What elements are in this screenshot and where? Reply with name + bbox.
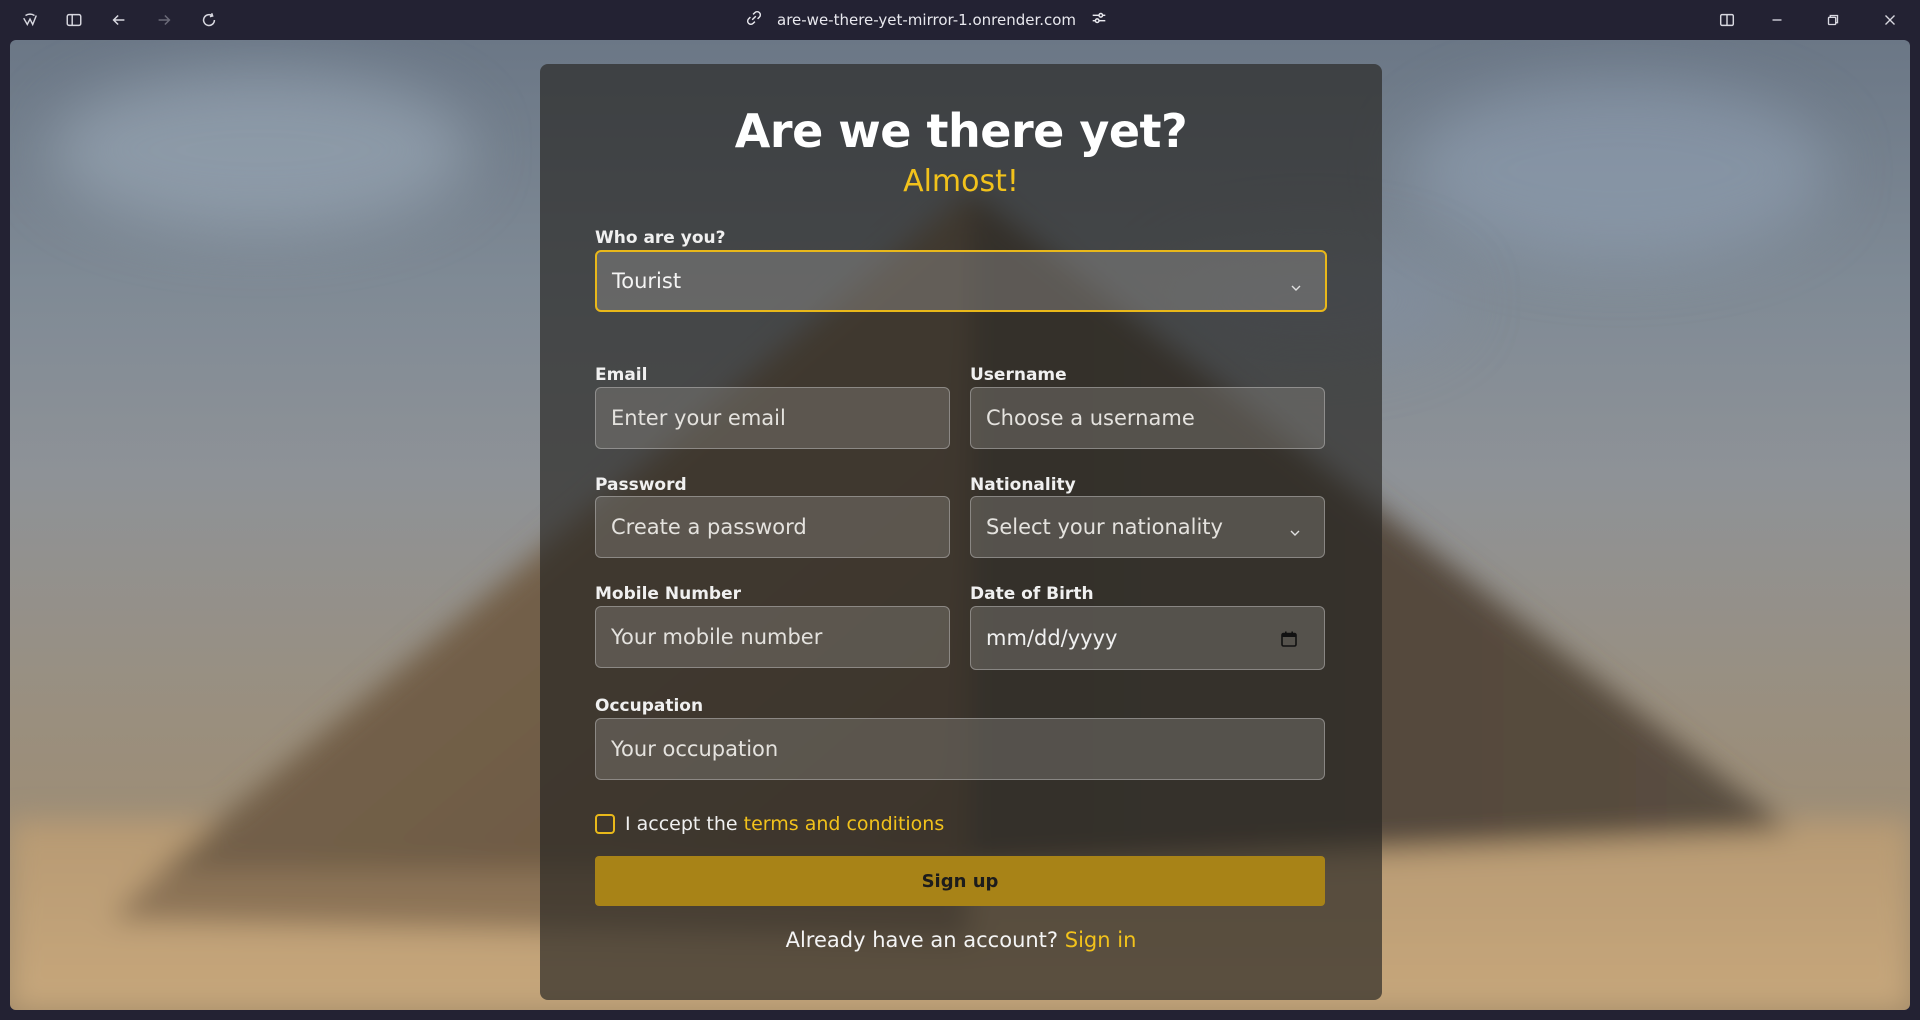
calendar-icon[interactable]	[1280, 629, 1298, 647]
occupation-label: Occupation	[595, 696, 704, 716]
restore-icon[interactable]	[1820, 8, 1846, 32]
page-title: Are we there yet?	[734, 104, 1188, 158]
url-text: are-we-there-yet-mirror-1.onrender.com	[777, 11, 1077, 29]
nationality-select[interactable]: Select your nationality	[970, 496, 1325, 558]
occupation-placeholder: Your occupation	[611, 737, 779, 761]
mobile-placeholder: Your mobile number	[611, 625, 823, 649]
role-label: Who are you?	[595, 228, 726, 248]
app-logo-icon[interactable]	[17, 8, 43, 32]
signin-prompt: Already have an account? Sign in	[540, 928, 1382, 952]
occupation-field[interactable]: Your occupation	[595, 718, 1325, 780]
mobile-label: Mobile Number	[595, 584, 741, 604]
page-subtitle: Almost!	[903, 164, 1019, 199]
browser-toolbar: are-we-there-yet-mirror-1.onrender.com	[0, 0, 1920, 40]
chevron-down-icon	[1288, 521, 1302, 536]
signin-link[interactable]: Sign in	[1065, 928, 1137, 952]
link-icon	[745, 9, 763, 31]
email-placeholder: Enter your email	[611, 406, 786, 430]
close-icon[interactable]	[1877, 8, 1903, 32]
terms-checkbox[interactable]	[595, 814, 615, 834]
username-placeholder: Choose a username	[986, 406, 1195, 430]
terms-prefix: I accept the	[625, 813, 744, 835]
username-field[interactable]: Choose a username	[970, 387, 1325, 449]
nationality-placeholder: Select your nationality	[986, 515, 1223, 539]
reload-icon[interactable]	[196, 8, 222, 32]
role-select[interactable]: Tourist	[595, 250, 1327, 312]
password-field[interactable]: Create a password	[595, 496, 950, 558]
address-bar[interactable]: are-we-there-yet-mirror-1.onrender.com	[745, 8, 1108, 32]
dob-placeholder: mm/dd/yyyy	[986, 626, 1118, 650]
password-label: Password	[595, 475, 687, 495]
username-label: Username	[970, 365, 1067, 385]
split-view-icon[interactable]	[1714, 8, 1740, 32]
signup-button[interactable]: Sign up	[595, 856, 1325, 906]
sidebar-toggle-icon[interactable]	[61, 8, 87, 32]
nationality-label: Nationality	[970, 475, 1076, 495]
dob-field[interactable]: mm/dd/yyyy	[970, 606, 1325, 670]
minimize-icon[interactable]	[1764, 8, 1790, 32]
back-icon[interactable]	[106, 8, 132, 32]
page-viewport: Are we there yet? Almost! Who are you? T…	[10, 40, 1910, 1010]
role-select-value: Tourist	[612, 269, 682, 293]
already-text: Already have an account?	[785, 928, 1065, 952]
terms-text: I accept the terms and conditions	[625, 813, 944, 835]
password-placeholder: Create a password	[611, 515, 807, 539]
dob-label: Date of Birth	[970, 584, 1094, 604]
email-field[interactable]: Enter your email	[595, 387, 950, 449]
site-settings-icon[interactable]	[1090, 9, 1108, 31]
forward-icon[interactable]	[151, 8, 177, 32]
chevron-down-icon	[1289, 276, 1303, 291]
terms-link[interactable]: terms and conditions	[744, 813, 945, 835]
signup-card: Are we there yet? Almost! Who are you? T…	[540, 64, 1382, 1000]
email-label: Email	[595, 365, 648, 385]
mobile-field[interactable]: Your mobile number	[595, 606, 950, 668]
